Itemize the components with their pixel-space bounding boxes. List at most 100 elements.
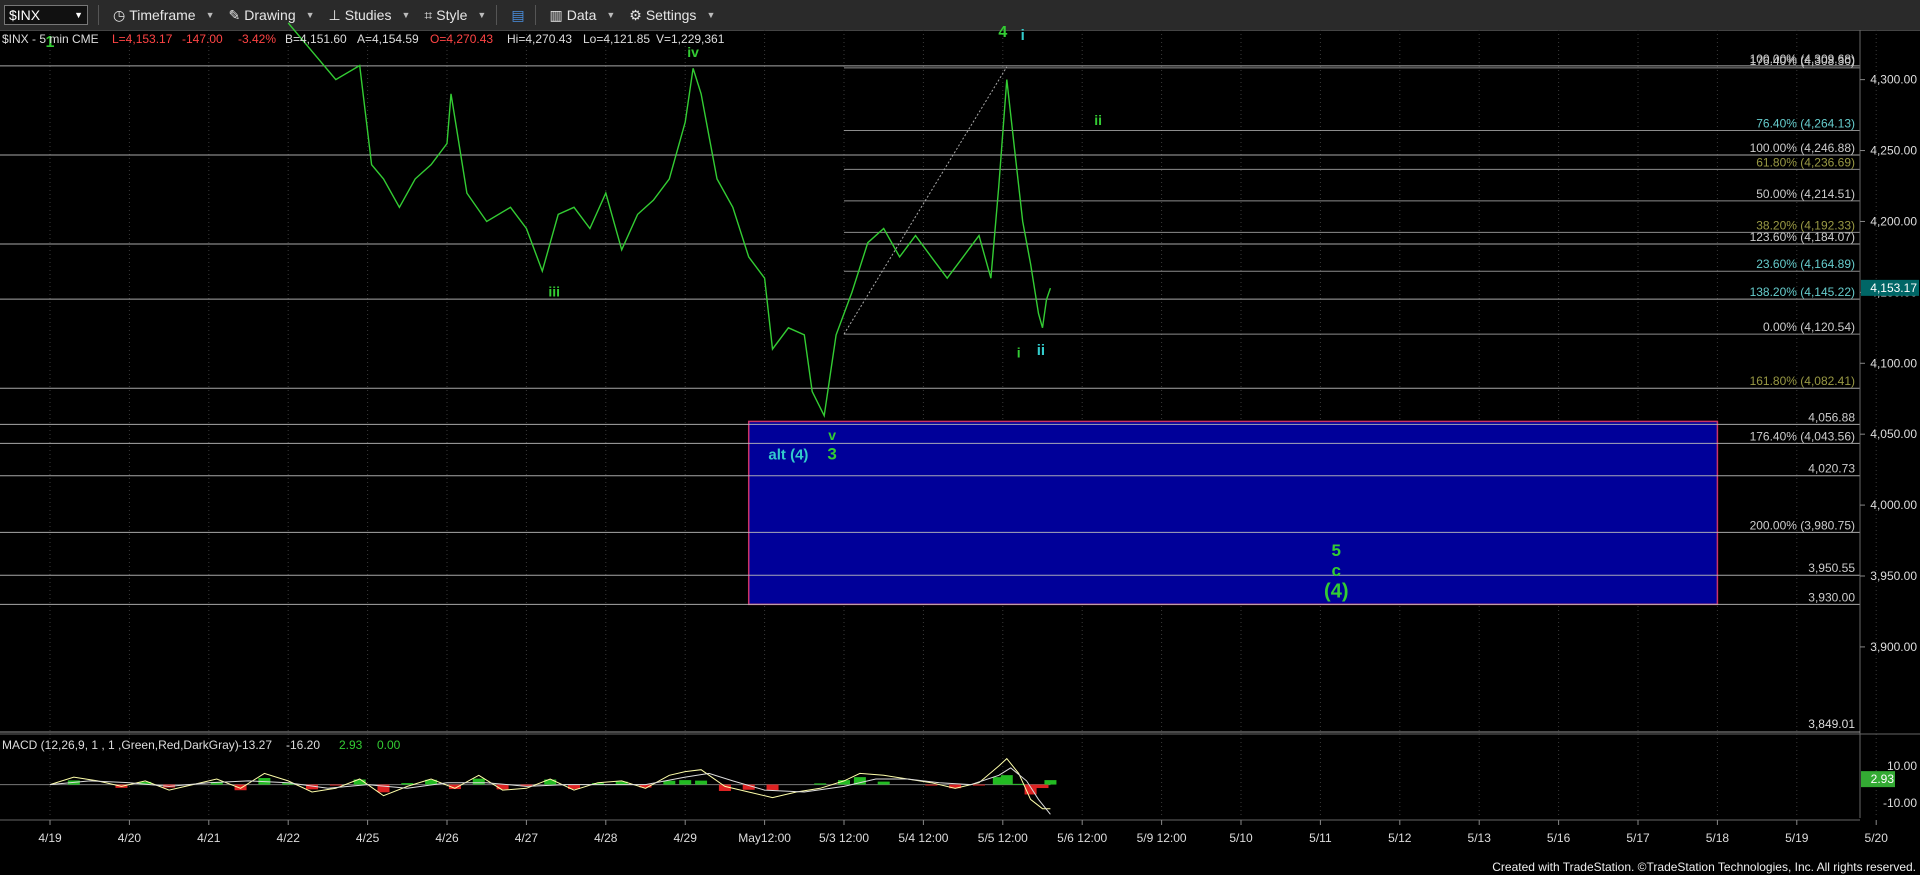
time-tick-label: 5/17 bbox=[1626, 831, 1650, 845]
time-tick-label: 4/20 bbox=[118, 831, 142, 845]
bottom-price-label: 3,849.01 bbox=[1808, 717, 1855, 731]
target-zone bbox=[747, 420, 1719, 606]
price-tick-label: 4,200.00 bbox=[1870, 214, 1917, 228]
fib-label: 200.00% (3,980.75) bbox=[1750, 518, 1855, 532]
price-tick-label: 4,100.00 bbox=[1870, 356, 1917, 370]
header-open: O=4,270.43 bbox=[430, 32, 493, 46]
wave-label: iii bbox=[548, 284, 560, 300]
fib-label: 0.00% (4,120.54) bbox=[1763, 320, 1855, 334]
wave-label: i bbox=[1017, 345, 1021, 361]
fib-label: 4,056.88 bbox=[1808, 410, 1855, 424]
wave-label: 3 bbox=[827, 445, 836, 464]
macd-tick-label: -10.00 bbox=[1883, 796, 1917, 810]
macd-title: MACD (12,26,9, 1 , 1 ,Green,Red,DarkGray… bbox=[2, 738, 239, 752]
time-tick-label: 5/19 bbox=[1785, 831, 1809, 845]
time-tick-label: 5/9 12:00 bbox=[1137, 831, 1187, 845]
macd-histogram-bar bbox=[1012, 783, 1025, 785]
fib-label: 50.00% (4,214.51) bbox=[1756, 187, 1855, 201]
time-tick-label: 5/5 12:00 bbox=[978, 831, 1028, 845]
fib-label: 176.40% (4,308.30) bbox=[1750, 54, 1855, 68]
price-tick-label: 4,250.00 bbox=[1870, 144, 1917, 158]
header-last: L=4,153.17 bbox=[112, 32, 173, 46]
time-tick-label: 5/10 bbox=[1229, 831, 1253, 845]
price-series bbox=[287, 22, 1052, 419]
fib-label: 4,020.73 bbox=[1808, 462, 1855, 476]
price-line bbox=[287, 22, 1052, 419]
price-tick-label: 4,050.00 bbox=[1870, 427, 1917, 441]
wave-label: iv bbox=[687, 44, 699, 60]
fib-label: 76.40% (4,264.13) bbox=[1756, 117, 1855, 131]
fib-label: 3,930.00 bbox=[1808, 590, 1855, 604]
time-tick-label: 5/6 12:00 bbox=[1057, 831, 1107, 845]
wave-label: (4) bbox=[1324, 580, 1348, 602]
macd-histogram-bar bbox=[679, 780, 692, 785]
time-tick-label: 4/28 bbox=[594, 831, 618, 845]
price-tick-label: 3,950.00 bbox=[1870, 569, 1917, 583]
time-tick-label: May12:00 bbox=[738, 831, 791, 845]
macd-histogram-bar bbox=[766, 784, 779, 791]
price-tick-label: 4,300.00 bbox=[1870, 73, 1917, 87]
fib-label: 123.60% (4,184.07) bbox=[1750, 230, 1855, 244]
wave-label: alt (4) bbox=[768, 447, 808, 464]
header-volume: V=1,229,361 bbox=[656, 32, 725, 46]
wave-label: c bbox=[1332, 561, 1341, 580]
header-high: Hi=4,270.43 bbox=[507, 32, 572, 46]
time-axis: 4/19 4/20 4/21 4/22 4/25 4/26 4/27 4/28 4/29 May1… bbox=[0, 819, 1889, 845]
header-change: -147.00 bbox=[182, 32, 223, 46]
fib-label: 161.80% (4,082.41) bbox=[1750, 374, 1855, 388]
fib-label: 23.60% (4,164.89) bbox=[1756, 257, 1855, 271]
header-pct: -3.42% bbox=[238, 32, 276, 46]
time-tick-label: 4/26 bbox=[435, 831, 459, 845]
macd-histogram-bar bbox=[1036, 784, 1049, 789]
macd-histogram-bar bbox=[1000, 775, 1013, 785]
time-tick-label: 4/27 bbox=[515, 831, 539, 845]
macd-tick-label: 10.00 bbox=[1887, 759, 1917, 773]
price-tick-label: 4,000.00 bbox=[1870, 498, 1917, 512]
macd-value: -13.27 bbox=[238, 738, 272, 752]
fib-label: 138.20% (4,145.22) bbox=[1750, 285, 1855, 299]
wave-label: ii bbox=[1037, 342, 1045, 359]
time-tick-label: 5/13 bbox=[1468, 831, 1492, 845]
wave-label: 4 bbox=[998, 24, 1007, 41]
header-name: $INX - 5 min CME bbox=[2, 32, 99, 46]
price-chart[interactable]: 100.00% (4,309.68)176.40% (4,308.30)76.4… bbox=[0, 0, 1920, 875]
macd-histogram-bar bbox=[1044, 780, 1057, 785]
macd-histogram-bar bbox=[877, 781, 890, 785]
macd-histogram-bar bbox=[925, 784, 938, 786]
macd-value: 0.00 bbox=[377, 738, 401, 752]
price-tick-label: 3,900.00 bbox=[1870, 640, 1917, 654]
macd-histogram-bar bbox=[972, 784, 985, 786]
header-low: Lo=4,121.85 bbox=[583, 32, 650, 46]
macd-histogram-bar bbox=[695, 780, 708, 785]
fib-label: 3,950.55 bbox=[1808, 561, 1855, 575]
fib-label: 176.40% (4,043.56) bbox=[1750, 429, 1855, 443]
time-tick-label: 5/12 bbox=[1388, 831, 1412, 845]
time-tick-label: 4/25 bbox=[356, 831, 380, 845]
time-tick-label: 4/29 bbox=[674, 831, 698, 845]
fib-label: 100.00% (4,246.88) bbox=[1750, 141, 1855, 155]
time-tick-label: 4/21 bbox=[197, 831, 221, 845]
macd-histogram-bar bbox=[472, 778, 485, 785]
time-tick-label: 4/19 bbox=[38, 831, 62, 845]
header-bid: B=4,151.60 bbox=[285, 32, 347, 46]
macd-value: -16.20 bbox=[286, 738, 320, 752]
macd-last-label: 2.93 bbox=[1871, 772, 1895, 786]
time-tick-label: 5/11 bbox=[1309, 831, 1332, 845]
wave-label: 5 bbox=[1332, 541, 1341, 560]
wave-label: i bbox=[1021, 27, 1025, 44]
time-tick-label: 5/16 bbox=[1547, 831, 1571, 845]
time-tick-label: 5/18 bbox=[1706, 831, 1730, 845]
time-tick-label: 5/3 12:00 bbox=[819, 831, 869, 845]
time-tick-label: 4/22 bbox=[277, 831, 301, 845]
time-tick-label: 5/20 bbox=[1865, 831, 1889, 845]
macd-histogram-bar bbox=[329, 784, 342, 786]
wave-label: v bbox=[828, 427, 836, 443]
time-tick-label: 5/4 12:00 bbox=[898, 831, 948, 845]
macd-histogram-bar bbox=[814, 783, 827, 785]
macd-signal-line bbox=[49, 767, 1051, 815]
header-ask: A=4,154.59 bbox=[357, 32, 419, 46]
last-price-label: 4,153.17 bbox=[1870, 281, 1917, 295]
macd-histogram-bar bbox=[401, 783, 414, 785]
macd-value: 2.93 bbox=[339, 738, 363, 752]
footer-credit: Created with TradeStation. ©TradeStation… bbox=[1492, 860, 1916, 874]
